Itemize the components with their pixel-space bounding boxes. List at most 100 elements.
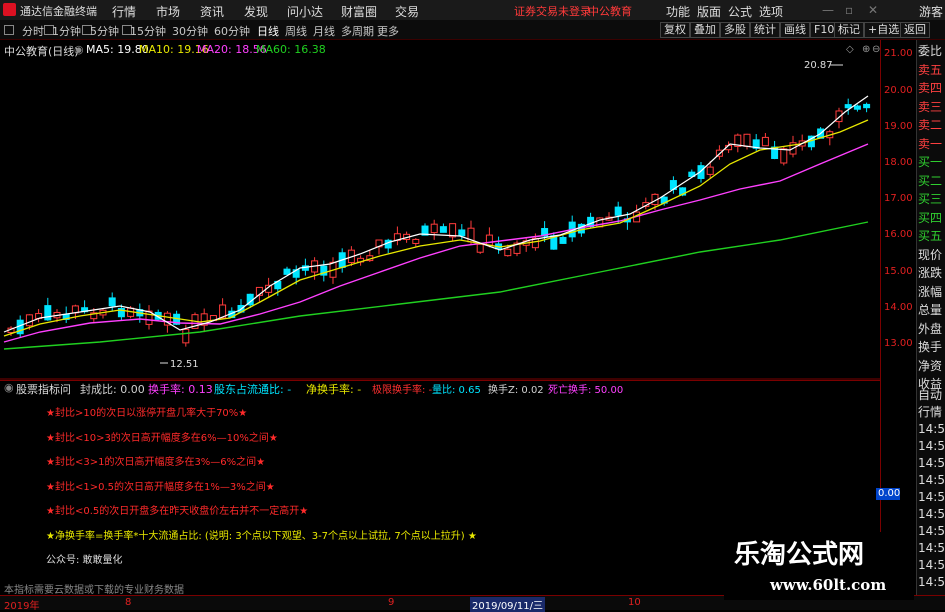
period-tick[interactable]: 分时 — [22, 23, 44, 39]
side-panel-label: 总量 — [918, 303, 943, 317]
candle-body — [853, 105, 861, 110]
menu-formula[interactable]: 公式 — [728, 3, 752, 20]
candle-body — [835, 110, 843, 123]
draw-button[interactable]: 画线 — [780, 22, 810, 38]
adjust-button[interactable]: 复权 — [660, 22, 690, 38]
menu-layout[interactable]: 版面 — [697, 3, 721, 20]
candlestick-chart[interactable]: 20.87 12.51 ◇ ⊕ ⊖ — [0, 40, 880, 380]
side-panel-label: 委比 — [918, 44, 943, 58]
rule-line: ★封比<3>1的次日高开幅度多在3%—6%之间★ — [46, 457, 266, 468]
date-label: 9 — [388, 597, 395, 608]
app-title: 通达信金融终端 — [20, 5, 97, 18]
price-tick: 17.00 — [884, 193, 913, 204]
menu-ask[interactable]: 问小达 — [287, 3, 323, 20]
zoom-out-icon[interactable]: ⊖ — [872, 44, 880, 55]
side-panel-label: 卖三 — [918, 99, 943, 114]
period-60min[interactable]: 60分钟 — [214, 23, 250, 39]
menu-wealth[interactable]: 财富圈 — [341, 3, 377, 20]
price-tick: 19.00 — [884, 121, 913, 132]
price-tick: 14.00 — [884, 302, 913, 313]
guest-label[interactable]: 游客 — [919, 3, 943, 20]
candle-body — [182, 328, 190, 344]
side-panel-time: 14:5 — [918, 575, 945, 589]
period-1min[interactable]: 1分钟 — [52, 23, 81, 39]
candle-body — [559, 236, 567, 244]
side-panel-time: 14:5 — [918, 490, 945, 504]
side-panel-label: 买四 — [918, 210, 943, 225]
ma60-line — [3, 221, 869, 350]
side-panel-time: 14:5 — [918, 558, 945, 572]
back-button[interactable]: 返回 — [900, 22, 930, 38]
side-panel-label: 涨幅 — [918, 284, 943, 299]
minimize-icon[interactable]: — — [822, 3, 834, 17]
period-multi[interactable]: 多周期 — [341, 23, 374, 39]
price-tick: 15.00 — [884, 266, 913, 277]
period-more[interactable]: 更多 — [377, 23, 399, 39]
menu-trade[interactable]: 交易 — [395, 3, 419, 20]
rule-line: ★封比>10的次日以涨停开盘几率大于70%★ — [46, 408, 248, 419]
side-panel-label: 买二 — [918, 173, 943, 188]
price-tick: 13.00 — [884, 338, 913, 349]
price-tick: 21.00 — [884, 48, 913, 59]
candle-body — [743, 133, 751, 147]
indicator-name[interactable]: 股票指标问 — [16, 381, 71, 397]
menu-function[interactable]: 功能 — [666, 3, 690, 20]
side-panel-time: 14:5 — [918, 422, 945, 436]
zoom-in-icon[interactable]: ⊕ — [862, 44, 870, 55]
period-weekly[interactable]: 周线 — [285, 23, 307, 39]
side-panel-time: 自动 — [918, 388, 943, 402]
mark-button[interactable]: 标记 — [834, 22, 864, 38]
checkbox-icon[interactable] — [4, 25, 14, 35]
close-icon[interactable]: ✕ — [868, 3, 878, 17]
side-panel-time: 14:5 — [918, 456, 945, 470]
side-panel-label: 涨跌 — [918, 266, 943, 280]
menu-news[interactable]: 资讯 — [200, 3, 224, 20]
side-panel-time: 14:5 — [918, 507, 945, 521]
candle-body — [430, 223, 438, 234]
indicator-settings-icon[interactable]: ◉ — [4, 381, 14, 394]
bottom-note: 本指标需要云数据或下载的专业财务数据 — [4, 585, 184, 596]
indicator-item: 净换手率: - — [306, 383, 362, 396]
side-panel-time: 14:5 — [918, 541, 945, 555]
candle-body — [485, 234, 493, 246]
menu-options[interactable]: 选项 — [759, 3, 783, 20]
menu-discover[interactable]: 发现 — [244, 3, 268, 20]
multi-stock-button[interactable]: 多股 — [720, 22, 750, 38]
candle-body — [476, 243, 484, 253]
indicator-item: 股东占流通比: - — [214, 383, 292, 396]
rule-line: ★封比<0.5的次日开盘多在昨天收盘价左右并不一定高开★ — [46, 506, 309, 517]
add-favorite-button[interactable]: +自选 — [864, 22, 904, 38]
watermark-url: www.60lt.com — [770, 576, 887, 594]
period-15min[interactable]: 15分钟 — [130, 23, 166, 39]
date-label: 8 — [125, 597, 132, 608]
title-bar: 通达信金融终端 行情 市场 资讯 发现 问小达 财富圈 交易 证券交易未登录 中… — [0, 0, 945, 21]
indicator-value-badge: 0.00 — [876, 488, 901, 500]
period-5min[interactable]: 5分钟 — [90, 23, 119, 39]
overlay-button[interactable]: 叠加 — [690, 22, 720, 38]
candle-body — [283, 268, 291, 275]
indicator-item: 封成比: 0.00 — [80, 383, 145, 396]
restore-icon[interactable]: ▫ — [845, 3, 853, 17]
side-panel-label: 换手 — [918, 340, 943, 354]
menu-quotes[interactable]: 行情 — [112, 3, 136, 20]
high-price-label: 20.87 — [804, 60, 833, 71]
candle-body — [108, 297, 116, 307]
login-notice[interactable]: 证券交易未登录 — [514, 3, 591, 19]
period-daily[interactable]: 日线 — [257, 23, 279, 39]
diamond-icon[interactable]: ◇ — [846, 44, 854, 55]
stats-button[interactable]: 统计 — [750, 22, 780, 38]
side-panel-label: 净资 — [918, 358, 943, 373]
low-price-label: 12.51 — [170, 359, 199, 370]
side-panel-label: 卖五 — [918, 62, 943, 77]
side-panel-time: 14:5 — [918, 473, 945, 487]
indicator-item: 换手Z: 0.02 — [488, 385, 544, 396]
rule-line: ★封比<1>0.5的次日高开幅度多在1%—3%之间★ — [46, 482, 275, 493]
candle-body — [706, 166, 714, 175]
period-monthly[interactable]: 月线 — [313, 23, 335, 39]
indicator-item: 换手率: 0.13 — [148, 383, 213, 396]
indicator-item: 极限换手率: - — [372, 385, 433, 396]
period-30min[interactable]: 30分钟 — [172, 23, 208, 39]
app-logo-icon — [3, 3, 16, 16]
menu-market[interactable]: 市场 — [156, 3, 180, 20]
candle-body — [439, 226, 447, 233]
